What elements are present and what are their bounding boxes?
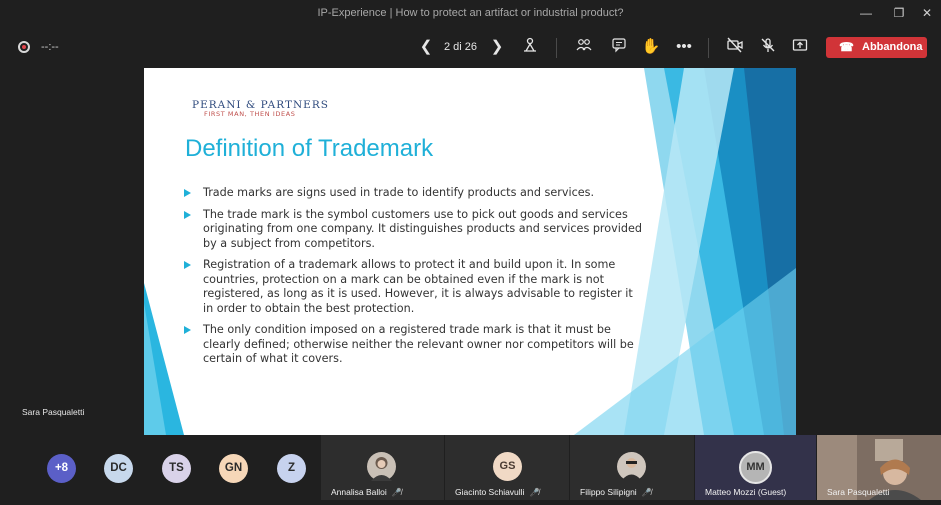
prev-slide-icon[interactable]: ❮ (415, 37, 437, 57)
leave-button-label: Abbandona (862, 41, 923, 53)
more-icon[interactable]: ••• (673, 37, 695, 57)
avatar (367, 452, 396, 481)
bullet-arrow-icon (184, 261, 191, 269)
share-icon[interactable] (789, 37, 811, 57)
mic-off-icon: 🎤̸ (391, 488, 402, 497)
next-slide-icon[interactable]: ❯ (486, 37, 508, 57)
participant-tile[interactable]: GS Giacinto Schiavulli 🎤̸ (445, 435, 569, 500)
avatar: GS (493, 452, 522, 481)
bullet-item: The trade mark is the symbol customers u… (184, 208, 644, 252)
slide-bullet-list: Trade marks are signs used in trade to i… (184, 186, 644, 374)
participant-tile[interactable]: Annalisa Balloi 🎤̸ (321, 435, 444, 500)
minimize-icon[interactable]: — (856, 4, 876, 22)
company-tagline: FIRST MAN, THEN IDEAS (204, 110, 296, 118)
bullet-item: Registration of a trademark allows to pr… (184, 258, 644, 316)
mic-off-icon: 🎤̸ (529, 488, 540, 497)
meeting-timer: --:-- (41, 41, 59, 53)
participant-name: Matteo Mozzi (Guest) (705, 487, 787, 497)
meeting-toolbar: --:-- ❮ 2 di 26 ❯ ✋ ••• ☎ Abbandona (0, 26, 941, 68)
participant-bubble[interactable]: Z (277, 454, 306, 483)
window-title: IP-Experience | How to protect an artifa… (317, 7, 624, 19)
bullet-arrow-icon (184, 189, 191, 197)
avatar: MM (739, 451, 772, 484)
camera-off-icon[interactable] (724, 37, 746, 57)
mic-off-icon[interactable] (757, 37, 779, 57)
participants-icon[interactable] (573, 37, 595, 57)
participant-gallery: +8 DC TS GN Z Annalisa Balloi 🎤̸ GS Giaci… (0, 435, 941, 500)
bullet-item: The only condition imposed on a register… (184, 323, 644, 367)
self-video-tile[interactable]: Sara Pasqualetti (817, 435, 941, 500)
participant-bubble[interactable]: TS (162, 454, 191, 483)
participant-bubble[interactable]: DC (104, 454, 133, 483)
toolbar-separator (556, 38, 557, 58)
record-icon (18, 41, 30, 53)
phone-hangup-icon: ☎ (839, 40, 854, 54)
mic-off-icon: 🎤̸ (641, 488, 652, 497)
window-titlebar: IP-Experience | How to protect an artifa… (0, 0, 941, 26)
bullet-arrow-icon (184, 210, 191, 219)
more-participants-bubble[interactable]: +8 (47, 454, 76, 483)
toolbar-separator (708, 38, 709, 58)
slide-title: Definition of Trademark (185, 135, 434, 162)
chat-icon[interactable] (608, 37, 630, 57)
participant-tile[interactable]: MM Matteo Mozzi (Guest) (695, 435, 816, 500)
page-indicator: 2 di 26 (444, 41, 478, 53)
participant-name: Giacinto Schiavulli 🎤̸ (455, 487, 540, 497)
participant-name: Sara Pasqualetti (827, 487, 890, 497)
close-icon[interactable]: ✕ (917, 4, 937, 22)
presentation-slide: Perani & Partners FIRST MAN, THEN IDEAS … (144, 68, 796, 435)
participant-name: Annalisa Balloi 🎤̸ (331, 487, 402, 497)
maximize-icon[interactable]: ❐ (889, 4, 909, 22)
participant-bubble[interactable]: GN (219, 454, 248, 483)
bullet-arrow-icon (184, 326, 191, 334)
presenter-name: Sara Pasqualetti (22, 407, 85, 417)
participant-tile[interactable]: Filippo Silipigni 🎤̸ (570, 435, 694, 500)
leave-button[interactable]: ☎ Abbandona (826, 37, 927, 58)
raise-hand-icon[interactable]: ✋ (640, 37, 662, 57)
shared-content-stage: Perani & Partners FIRST MAN, THEN IDEAS … (0, 68, 941, 435)
avatar (617, 452, 646, 481)
pointer-icon[interactable] (519, 37, 541, 57)
bullet-item: Trade marks are signs used in trade to i… (184, 186, 644, 201)
participant-name: Filippo Silipigni 🎤̸ (580, 487, 652, 497)
